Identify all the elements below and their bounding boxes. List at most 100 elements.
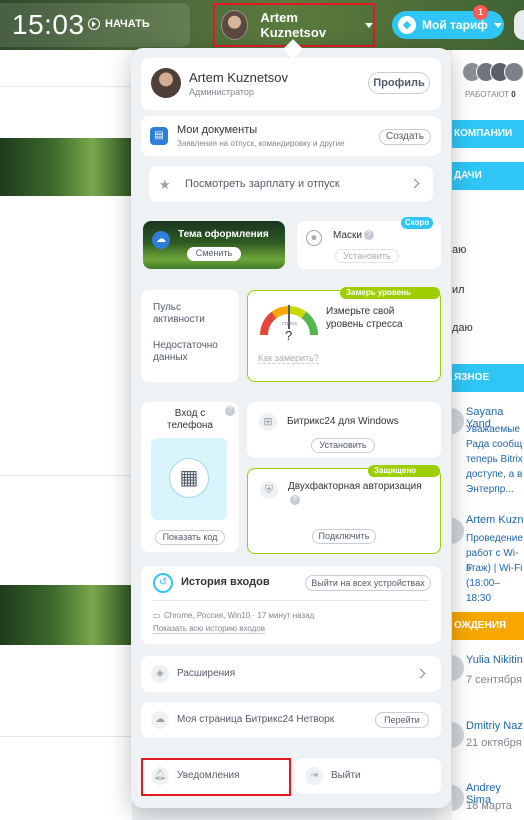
- theme-card[interactable]: ☁ Тема оформления Сменить: [143, 221, 285, 269]
- post-text-line[interactable]: (18:00–18:30: [466, 576, 524, 606]
- birthdays-section-header[interactable]: ОЖДЕНИЯ: [452, 612, 524, 640]
- background-feed: [0, 50, 132, 820]
- masks-card[interactable]: Скоро ☻ Маски ? Установить: [297, 217, 441, 269]
- post-author[interactable]: Artem Kuzn: [466, 514, 523, 526]
- post-text-line[interactable]: Уважаемые: [466, 422, 520, 437]
- birthday-name[interactable]: Dmitriy Naz: [466, 720, 523, 732]
- chevron-right-icon: [409, 178, 420, 189]
- windows-app-card[interactable]: ⊞ Битрикс24 для Windows Установить: [247, 402, 441, 458]
- search-button[interactable]: [514, 10, 524, 40]
- mask-icon: ☻: [306, 230, 322, 246]
- task-line[interactable]: аю: [452, 244, 466, 256]
- right-sidebar: РАБОТАЮТ 0 КОМПАНИИ ДАЧИ аю ил даю ЯЗНОЕ…: [452, 50, 524, 820]
- cloud-icon: ☁: [152, 231, 170, 249]
- birthday-date: 18 марта: [466, 800, 512, 812]
- avatar: [452, 655, 464, 681]
- divider: [0, 475, 132, 476]
- document-icon: ▤: [150, 127, 168, 145]
- chevron-down-icon: [493, 22, 502, 28]
- post-text-line[interactable]: Проведение: [466, 531, 523, 546]
- cloud-icon: ☁: [151, 711, 169, 729]
- otp-badge: Защищено OTP: [368, 465, 440, 487]
- background-image-strip: [0, 585, 132, 645]
- extensions-row[interactable]: ◈ Расширения: [141, 656, 441, 692]
- my-tariff-button[interactable]: ◆ Мой тариф 1: [392, 5, 504, 39]
- profile-name: Artem Kuznetsov: [189, 70, 288, 85]
- network-label: Моя страница Битрикс24 Нетворк: [177, 714, 335, 725]
- important-section-header[interactable]: ЯЗНОЕ: [452, 364, 524, 392]
- post-text-line[interactable]: Рада сообщ: [466, 437, 522, 452]
- post-text-line[interactable]: Энтерпр...: [466, 482, 514, 497]
- birthday-date: 7 сентября: [466, 674, 523, 686]
- profile-button[interactable]: Профиль: [368, 72, 430, 94]
- show-code-button[interactable]: Показать код: [155, 530, 225, 545]
- salary-row[interactable]: ★ Посмотреть зарплату и отпуск: [149, 166, 433, 202]
- start-workday-button[interactable]: НАЧАТЬ: [88, 18, 150, 30]
- salary-label: Посмотреть зарплату и отпуск: [185, 178, 340, 190]
- birthday-name[interactable]: Yulia Nikitin: [466, 654, 523, 666]
- documents-card[interactable]: ▤ Мои документы Заявления на отпуск, ком…: [141, 116, 441, 156]
- top-bar: 15:03 НАЧАТЬ Artem Kuznetsov ◆ Мой тариф…: [0, 0, 524, 50]
- avatar: [452, 518, 464, 544]
- help-icon[interactable]: ?: [364, 230, 374, 240]
- highlight-box: [141, 758, 291, 796]
- gauge-label: стресс: [282, 321, 298, 327]
- tariff-label: Мой тариф: [422, 18, 488, 32]
- post-text-line[interactable]: доступе, а в: [466, 467, 522, 482]
- phone-login-title: Вход с телефона: [167, 408, 213, 431]
- play-icon: [88, 18, 100, 30]
- create-document-button[interactable]: Создать: [379, 129, 431, 145]
- connect-2fa-button[interactable]: Подключить: [312, 529, 376, 544]
- logout-row[interactable]: ⇥ Выйти: [295, 758, 441, 794]
- stress-text: Измерьте свой уровень стресса: [326, 306, 403, 330]
- activity-pulse-card[interactable]: Пульс активности Недостаточно данных: [141, 290, 239, 382]
- divider: [153, 600, 429, 601]
- qr-preview: ▦: [151, 438, 227, 520]
- documents-title: Мои документы: [177, 124, 258, 136]
- company-section-header[interactable]: КОМПАНИИ: [452, 120, 524, 148]
- network-row[interactable]: ☁ Моя страница Битрикс24 Нетворк Перейти: [141, 702, 441, 738]
- login-history-card[interactable]: ↺ История входов Выйти на всех устройств…: [141, 566, 441, 644]
- two-factor-title: Двухфакторная авторизация: [288, 481, 422, 492]
- divider: [0, 86, 132, 87]
- login-history-title: История входов: [181, 576, 270, 588]
- task-line[interactable]: даю: [452, 322, 473, 334]
- diamond-icon: ◆: [398, 16, 416, 34]
- post-text-line[interactable]: этаж) | Wi-Fi: [466, 561, 522, 576]
- how-to-measure-link[interactable]: Как замерить?: [258, 353, 319, 364]
- employee-avatars[interactable]: [462, 62, 524, 84]
- divider: [0, 736, 132, 737]
- task-line[interactable]: ил: [452, 284, 465, 296]
- install-windows-button[interactable]: Установить: [311, 438, 375, 453]
- masks-title: Маски: [333, 230, 362, 241]
- phone-login-card[interactable]: ? Вход с телефона ▦ Показать код: [141, 402, 239, 552]
- avatar: [151, 68, 181, 98]
- help-icon[interactable]: ?: [290, 495, 300, 505]
- post-text-line[interactable]: теперь Bitrix: [466, 452, 523, 467]
- logout-icon: ⇥: [305, 767, 323, 785]
- windows-app-title: Битрикс24 для Windows: [287, 416, 399, 427]
- birthday-date: 21 октября: [466, 737, 522, 749]
- clock-time: 15:03: [12, 9, 85, 40]
- login-entry: Chrome, Россия, Win10 · 17 минут назад: [164, 611, 315, 620]
- help-icon[interactable]: ?: [225, 406, 235, 416]
- background-image-strip: [0, 138, 132, 196]
- clock-widget[interactable]: 15:03 НАЧАТЬ: [0, 3, 190, 47]
- change-theme-button[interactable]: Сменить: [187, 247, 241, 261]
- star-icon: ★: [159, 177, 171, 192]
- logout-all-devices-button[interactable]: Выйти на всех устройствах: [305, 575, 431, 591]
- show-all-history-link[interactable]: Показать всю историю входов: [153, 624, 266, 634]
- two-factor-card[interactable]: Защищено OTP ⛨ Двухфакторная авторизация…: [247, 465, 441, 554]
- start-label: НАЧАТЬ: [105, 18, 150, 30]
- profile-card[interactable]: Artem Kuznetsov Администратор Профиль: [141, 58, 441, 110]
- extensions-label: Расширения: [177, 668, 236, 679]
- pulse-status: Недостаточно данных: [153, 340, 218, 363]
- avatar: [452, 785, 464, 811]
- go-network-button[interactable]: Перейти: [375, 712, 429, 728]
- user-menu-popup: Artem Kuznetsov Администратор Профиль ▤ …: [131, 39, 451, 808]
- extensions-icon: ◈: [151, 665, 169, 683]
- stress-card[interactable]: Замерь уровень стресса стресс ? Измерьте…: [247, 287, 441, 382]
- tasks-section-header[interactable]: ДАЧИ: [452, 162, 524, 190]
- pulse-title: Пульс активности: [153, 302, 205, 325]
- install-masks-button[interactable]: Установить: [335, 249, 399, 263]
